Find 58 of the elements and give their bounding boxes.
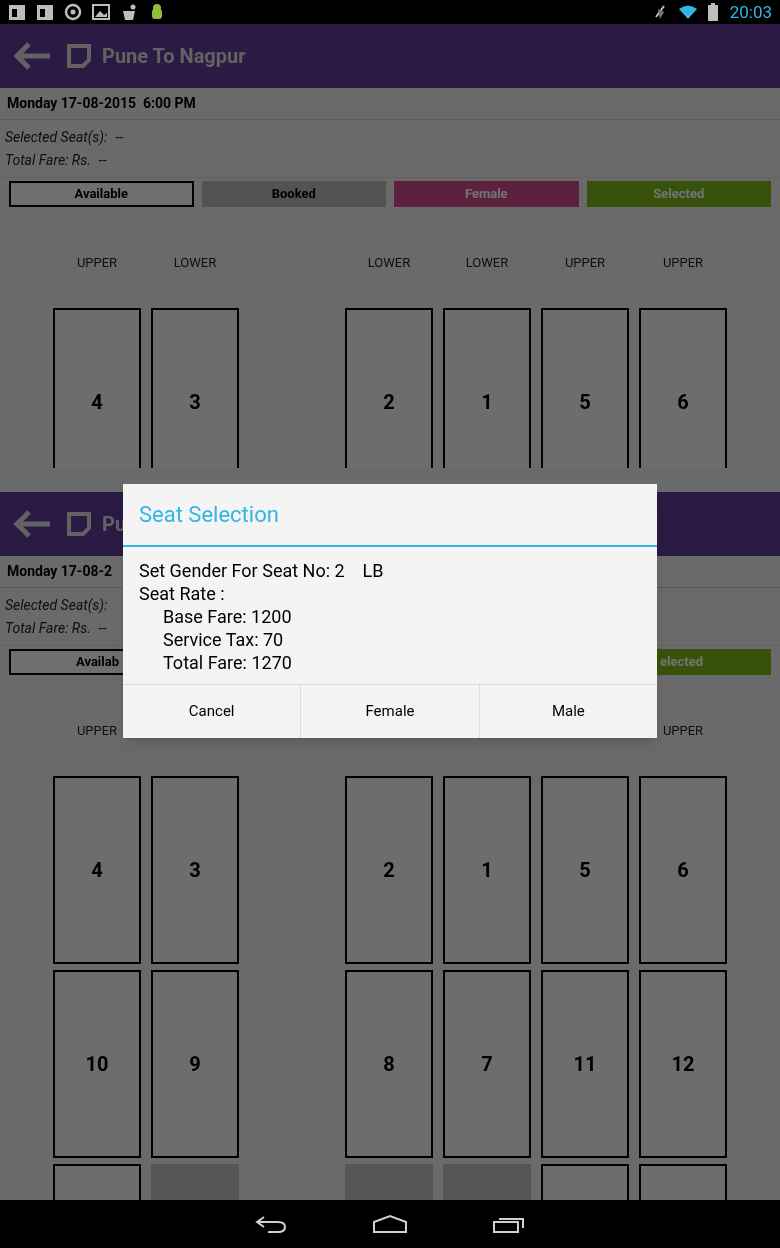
seat-rate-label: Seat Rate : bbox=[139, 582, 226, 605]
legend-selected: Selected bbox=[586, 181, 771, 207]
fare-line: Base Fare: 1200 bbox=[162, 605, 293, 628]
bag-icon bbox=[120, 3, 138, 21]
seat[interactable]: 6 bbox=[639, 776, 727, 964]
deck-label: LOWER bbox=[367, 254, 411, 272]
total-fare-value: -- bbox=[98, 151, 107, 169]
deck-label: UPPER bbox=[76, 722, 118, 740]
deck-label: UPPER bbox=[564, 254, 606, 272]
dialog-button[interactable]: Female bbox=[300, 685, 479, 738]
seat[interactable]: 4 bbox=[53, 308, 141, 468]
screen-title: Pune To Nagpur bbox=[102, 43, 246, 70]
dialog-title: Seat Selection bbox=[139, 501, 279, 529]
total-fare-label: Total Fare: Rs. bbox=[5, 151, 91, 169]
seat[interactable]: 11 bbox=[541, 970, 629, 1158]
seat[interactable]: 2 bbox=[345, 308, 433, 468]
seat[interactable]: 1 bbox=[443, 776, 531, 964]
clock-time: 20:03 bbox=[729, 3, 772, 21]
deck-label: LOWER bbox=[465, 254, 509, 272]
total-fare-value: -- bbox=[98, 619, 107, 637]
back-arrow-icon bbox=[12, 41, 52, 71]
journey-date: Monday 17-08-2 bbox=[7, 562, 112, 581]
seat[interactable]: 4 bbox=[53, 776, 141, 964]
seat[interactable]: 5 bbox=[541, 776, 629, 964]
seat[interactable]: 9 bbox=[151, 970, 239, 1158]
battery-icon bbox=[707, 3, 718, 21]
dialog-message: Set Gender For Seat No: 2 LB bbox=[139, 559, 385, 582]
home-icon bbox=[372, 1214, 408, 1234]
seat[interactable]: 3 bbox=[151, 308, 239, 468]
seat[interactable]: 6 bbox=[639, 308, 727, 468]
fare-line: Service Tax: 70 bbox=[162, 628, 285, 651]
seat[interactable]: 10 bbox=[53, 970, 141, 1158]
seat[interactable]: 5 bbox=[541, 308, 629, 468]
back-arrow-icon bbox=[12, 509, 52, 539]
deck-label: LOWER bbox=[173, 254, 217, 272]
deck-label: UPPER bbox=[76, 254, 118, 272]
dialog-button[interactable]: Cancel bbox=[123, 685, 301, 738]
selected-seats-label: Selected Seat(s): bbox=[5, 596, 108, 614]
circle-icon bbox=[64, 3, 82, 21]
seat[interactable]: 12 bbox=[639, 970, 727, 1158]
legend-available: Available bbox=[9, 181, 194, 207]
back-icon bbox=[254, 1214, 288, 1234]
journey-date: Monday 17-08-2015 6:00 PM bbox=[7, 94, 196, 113]
wifi-icon bbox=[677, 4, 698, 20]
deck-label: UPPER bbox=[662, 254, 704, 272]
selected-seats-value: -- bbox=[115, 128, 124, 146]
legend-booked: Booked bbox=[201, 181, 386, 207]
legend-female: Female bbox=[394, 181, 579, 207]
total-fare-label: Total Fare: Rs. bbox=[5, 619, 91, 637]
dialog-button[interactable]: Male bbox=[478, 685, 657, 738]
seat[interactable]: 3 bbox=[151, 776, 239, 964]
deck-label: UPPER bbox=[662, 722, 704, 740]
seat[interactable]: 1 bbox=[443, 308, 531, 468]
image-icon bbox=[92, 3, 110, 21]
seat[interactable]: 2 bbox=[345, 776, 433, 964]
selected-seats-label: Selected Seat(s): bbox=[5, 128, 108, 146]
seat[interactable]: 8 bbox=[345, 970, 433, 1158]
seat[interactable]: 7 bbox=[443, 970, 531, 1158]
